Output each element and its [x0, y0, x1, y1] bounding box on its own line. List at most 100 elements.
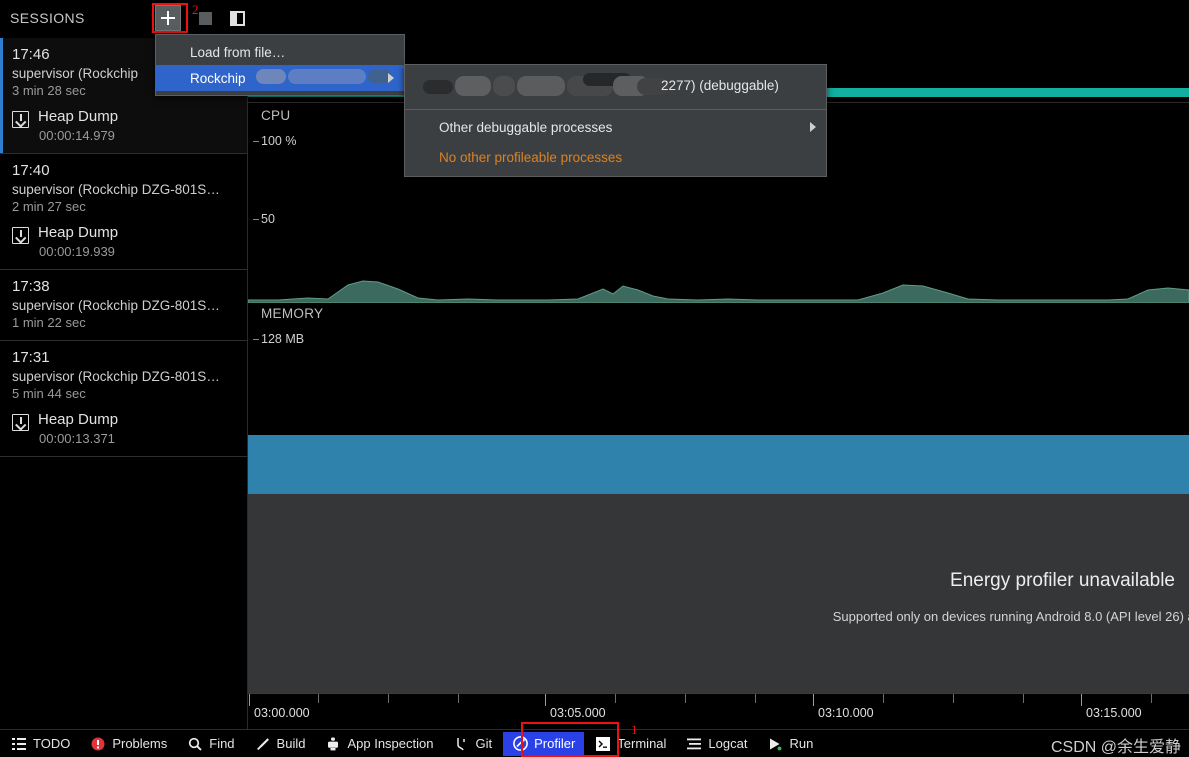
session-time: 17:38: [12, 278, 50, 295]
session-duration: 5 min 44 sec: [12, 386, 86, 401]
add-session-button[interactable]: [155, 5, 181, 31]
menu-item-no-profileable-processes: No other profileable processes: [405, 142, 826, 172]
redaction-block: [517, 76, 565, 96]
sessions-title: SESSIONS: [10, 10, 85, 26]
hammer-icon: [255, 736, 271, 752]
artifact-timestamp: 00:00:14.979: [39, 128, 115, 143]
watermark: CSDN @余生爱静: [1050, 739, 1181, 756]
timeline-tick: [545, 694, 546, 706]
memory-axis-tick-128: 128 MB: [252, 332, 305, 346]
artifact-title: Heap Dump: [38, 108, 119, 125]
heap-dump-icon: [12, 111, 29, 128]
cpu-usage-area-chart: [248, 280, 1189, 303]
chevron-right-icon: [810, 122, 816, 132]
menu-item-label: Load from file…: [190, 44, 286, 60]
terminal-icon: [595, 736, 611, 752]
menu-item-other-debuggable-processes[interactable]: Other debuggable processes: [405, 112, 826, 142]
split-pane-icon: [229, 10, 245, 26]
redaction-block: [455, 76, 491, 96]
memory-monitor[interactable]: MEMORY 128 MB 64: [248, 303, 1189, 533]
tool-window-run[interactable]: Run: [758, 732, 822, 756]
tool-window-label: Problems: [112, 736, 168, 751]
timeline-tick: [755, 694, 756, 703]
timeline-axis[interactable]: 03:00.000 03:05.000 03:10.000 03:15.000: [248, 693, 1189, 729]
session-time: 17:31: [12, 349, 50, 366]
tool-window-app-inspection[interactable]: App Inspection: [316, 732, 442, 756]
stop-square-icon: [198, 11, 212, 25]
tool-window-label: Profiler: [534, 736, 576, 751]
timeline-tick: [685, 694, 686, 703]
timeline-tick: [883, 694, 884, 703]
chevron-right-icon: [388, 73, 394, 83]
session-item[interactable]: 17:40 supervisor (Rockchip DZG-801S… 2 m…: [0, 154, 247, 270]
menu-item-device-rockchip[interactable]: Rockchip: [156, 65, 404, 91]
session-duration: 2 min 27 sec: [12, 199, 86, 214]
device-processes-submenu[interactable]: 2277) (debuggable) Other debuggable proc…: [404, 64, 827, 177]
tool-window-git[interactable]: Git: [444, 732, 501, 756]
list-icon: [11, 736, 27, 752]
tool-window-build[interactable]: Build: [246, 732, 315, 756]
tool-window-label: App Inspection: [347, 736, 434, 751]
artifact-timestamp: 00:00:19.939: [39, 244, 115, 259]
run-play-icon: [767, 736, 783, 752]
redaction-block: [493, 76, 515, 96]
timeline-label: 03:10.000: [818, 706, 874, 720]
menu-item-process[interactable]: 2277) (debuggable): [405, 69, 826, 107]
tool-window-label: Git: [475, 736, 493, 751]
session-artifact[interactable]: Heap Dump 00:00:19.939: [12, 224, 237, 259]
menu-item-label: Rockchip: [190, 70, 246, 86]
menu-divider: [405, 109, 826, 110]
heap-dump-icon: [12, 414, 29, 431]
timeline-label: 03:00.000: [254, 706, 310, 720]
timeline-tick: [458, 694, 459, 703]
plus-icon: [161, 11, 175, 25]
git-branch-icon: [453, 736, 469, 752]
heap-dump-icon: [12, 227, 29, 244]
timeline-label: 03:05.000: [550, 706, 606, 720]
session-item[interactable]: 17:38 supervisor (Rockchip DZG-801S… 1 m…: [0, 270, 247, 341]
session-item[interactable]: 17:31 supervisor (Rockchip DZG-801S… 5 m…: [0, 341, 247, 457]
redaction-block: [256, 69, 286, 84]
menu-item-label: No other profileable processes: [439, 149, 623, 165]
session-device: supervisor (Rockchip DZG-801S…: [12, 298, 220, 313]
annotation-number: 1: [631, 722, 638, 737]
session-artifact[interactable]: Heap Dump 00:00:14.979: [12, 108, 237, 143]
timeline-tick: [615, 694, 616, 703]
session-device: supervisor (Rockchip DZG-801S…: [12, 369, 220, 384]
inspection-icon: [325, 736, 341, 752]
menu-item-label: Other debuggable processes: [439, 119, 613, 135]
menu-item-label: 2277) (debuggable): [661, 78, 779, 93]
energy-unavailable-title: Energy profiler unavailable: [950, 570, 1175, 591]
tool-window-profiler[interactable]: Profiler: [503, 731, 585, 756]
cpu-axis-tick-50: 50: [253, 212, 275, 226]
tool-window-bar[interactable]: TODO Problems Find Build App Inspection …: [0, 729, 1189, 757]
profiler-gauge-icon: [512, 736, 528, 752]
session-duration: 1 min 22 sec: [12, 315, 86, 330]
timeline-tick: [953, 694, 954, 703]
energy-unavailable-subtitle: Supported only on devices running Androi…: [832, 609, 1189, 624]
tool-window-logcat[interactable]: Logcat: [677, 732, 756, 756]
menu-item-load-from-file[interactable]: Load from file…: [156, 39, 404, 65]
tool-window-todo[interactable]: TODO: [2, 732, 79, 756]
redaction-block: [288, 69, 366, 84]
sessions-panel[interactable]: 17:46 supervisor (Rockchip 3 min 28 sec …: [0, 38, 248, 729]
energy-monitor: Energy profiler unavailable Supported on…: [248, 494, 1189, 693]
timeline-tick: [318, 694, 319, 703]
logcat-icon: [686, 736, 702, 752]
artifact-title: Heap Dump: [38, 411, 119, 428]
timeline-tick: [1151, 694, 1152, 703]
toggle-sessions-pane-button[interactable]: [224, 5, 250, 31]
add-session-menu[interactable]: Load from file… Rockchip: [155, 34, 405, 96]
session-device: supervisor (Rockchip DZG-801S…: [12, 182, 220, 197]
timeline-tick: [1023, 694, 1024, 703]
tool-window-find[interactable]: Find: [178, 732, 243, 756]
sessions-toolbar: SESSIONS: [0, 0, 1189, 38]
session-time: 17:40: [12, 162, 50, 179]
tool-window-label: Logcat: [708, 736, 748, 751]
tool-window-problems[interactable]: Problems: [81, 732, 176, 756]
timeline-tick: [1081, 694, 1082, 706]
tool-window-label: Run: [789, 736, 814, 751]
artifact-timestamp: 00:00:13.371: [39, 431, 115, 446]
session-artifact[interactable]: Heap Dump 00:00:13.371: [12, 411, 237, 446]
timeline-tick: [388, 694, 389, 703]
